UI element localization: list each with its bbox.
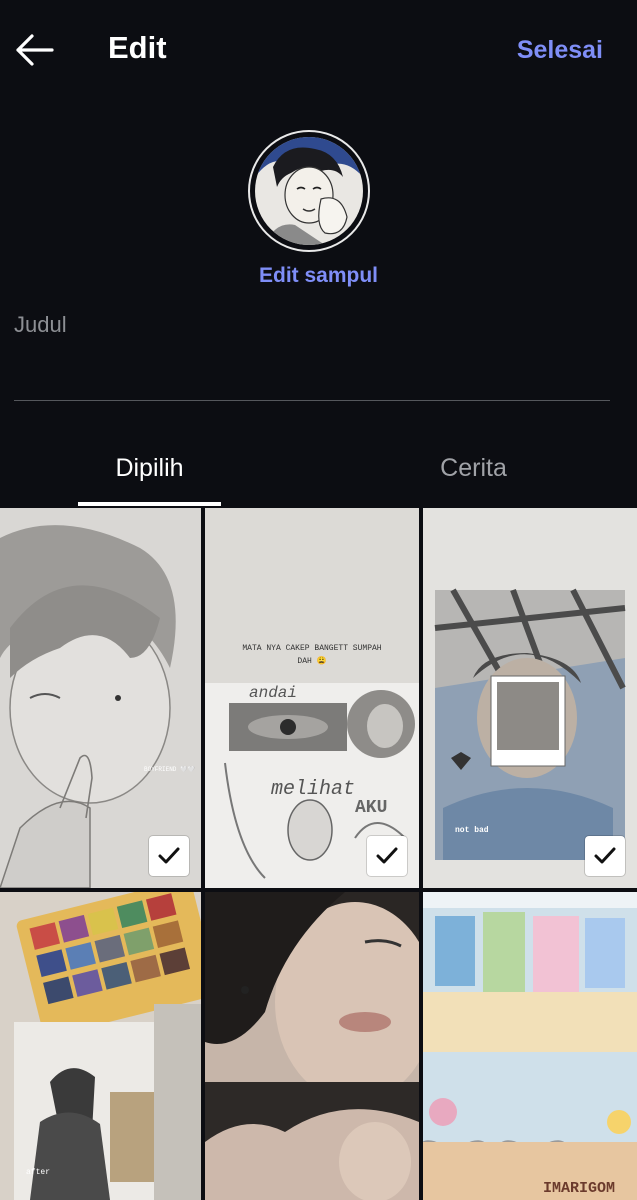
- story-item[interactable]: not bad: [423, 508, 637, 888]
- story-overlay-text: IMARIGOM: [543, 1180, 616, 1197]
- arrow-left-icon: [16, 34, 54, 66]
- cover-image: [255, 137, 363, 245]
- page-title: Edit: [108, 30, 167, 65]
- story-item[interactable]: [205, 892, 419, 1200]
- title-field: [14, 308, 610, 401]
- story-item[interactable]: BOYFRIEND 🤍🤍: [0, 508, 201, 888]
- story-sticker: andai: [249, 684, 298, 702]
- story-caption: MATA NYA CAKEP BANGETT SUMPAH DAH 😩: [242, 644, 382, 666]
- story-handwriting: melihat: [271, 778, 356, 801]
- tab-stories[interactable]: Cerita: [402, 454, 545, 483]
- check-icon: [149, 836, 189, 876]
- story-item[interactable]: IMARIGOM: [423, 892, 637, 1200]
- back-button[interactable]: [12, 28, 56, 72]
- story-overlay-text: BOYFRIEND 🤍🤍: [144, 766, 195, 773]
- cover-image-button[interactable]: [248, 130, 376, 254]
- check-icon: [585, 836, 625, 876]
- title-input[interactable]: [14, 308, 610, 342]
- stories-grid: BOYFRIEND 🤍🤍 MATA NYA CAKEP BANGETT SUMP…: [0, 508, 637, 1200]
- story-item[interactable]: MATA NYA CAKEP BANGETT SUMPAH DAH 😩 anda…: [205, 508, 419, 888]
- story-overlay-text: after: [26, 1168, 51, 1177]
- tab-selected[interactable]: Dipilih: [78, 454, 221, 483]
- tab-bar: Dipilih Cerita: [0, 440, 637, 506]
- edit-cover-link[interactable]: Edit sampul: [0, 264, 637, 288]
- cover-ring: [248, 130, 370, 252]
- tab-indicator: [78, 502, 221, 506]
- story-overlay-text: not bad: [455, 826, 489, 835]
- done-button[interactable]: Selesai: [517, 36, 603, 65]
- story-sticker: AKU: [355, 798, 388, 818]
- story-item[interactable]: after: [0, 892, 201, 1200]
- top-bar: Edit Selesai: [0, 0, 637, 100]
- check-icon: [367, 836, 407, 876]
